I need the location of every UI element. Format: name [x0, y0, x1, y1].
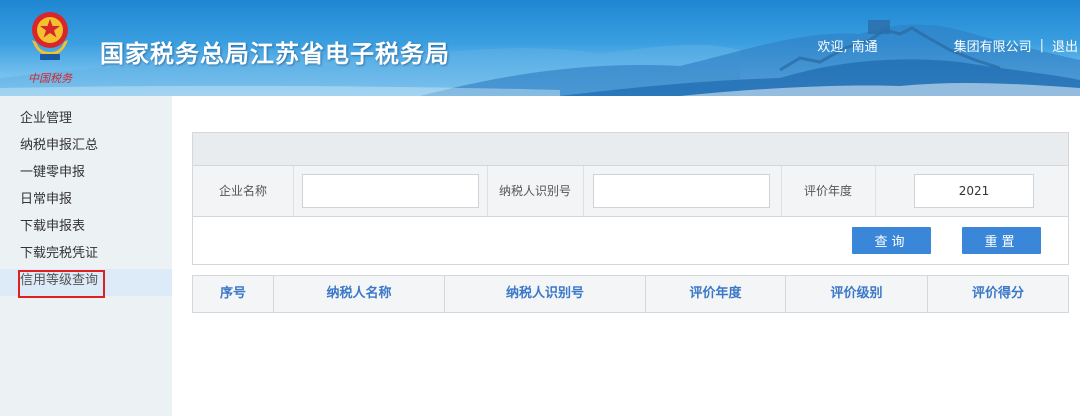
- redacted-name: [884, 39, 942, 53]
- taxpayer-id-label: 纳税人识别号: [498, 184, 571, 198]
- main-content: 企业名称 纳税人识别号 评价年度 查询 重置 序号 纳税人名称 纳税人识别号 评…: [172, 96, 1080, 416]
- button-row: 查询 重置: [193, 217, 1068, 264]
- welcome-text: 欢迎, 南通: [817, 40, 878, 55]
- taxpayer-id-input[interactable]: [593, 174, 770, 208]
- query-button[interactable]: 查询: [852, 227, 931, 254]
- sidebar-item-download-filing-form[interactable]: 下载申报表: [0, 215, 172, 242]
- eval-year-label: 评价年度: [803, 184, 852, 198]
- column-header-eval-level[interactable]: 评价级别: [786, 276, 928, 312]
- highlight-box: [18, 270, 105, 298]
- divider: [293, 166, 294, 216]
- column-header-taxpayer-name[interactable]: 纳税人名称: [274, 276, 445, 312]
- tax-emblem-icon: [32, 12, 68, 60]
- user-bar: 欢迎, 南通 集团有限公司 | 退出: [817, 36, 1080, 55]
- column-header-eval-year[interactable]: 评价年度: [646, 276, 786, 312]
- divider: [875, 166, 876, 216]
- column-header-taxpayer-id[interactable]: 纳税人识别号: [445, 276, 646, 312]
- sidebar-item-enterprise-management[interactable]: 企业管理: [0, 107, 172, 134]
- reset-button[interactable]: 重置: [962, 227, 1041, 254]
- column-header-eval-score[interactable]: 评价得分: [928, 276, 1068, 312]
- eval-year-input[interactable]: [914, 174, 1034, 208]
- site-header: 中国税务 国家税务总局江苏省电子税务局 欢迎, 南通 集团有限公司 | 退出: [0, 0, 1080, 96]
- company-name-input[interactable]: [302, 174, 479, 208]
- results-table-header: 序号 纳税人名称 纳税人识别号 评价年度 评价级别 评价得分: [192, 275, 1069, 313]
- sidebar-nav: 企业管理 纳税申报汇总 一键零申报 日常申报 下载申报表 下载完税凭证 信用等级…: [0, 96, 172, 416]
- search-panel: 企业名称 纳税人识别号 评价年度 查询 重置: [192, 132, 1069, 265]
- logout-link[interactable]: 退出: [1052, 36, 1078, 55]
- sidebar-item-download-tax-certificate[interactable]: 下载完税凭证: [0, 242, 172, 269]
- sidebar-item-one-click-zero-filing[interactable]: 一键零申报: [0, 161, 172, 188]
- brand-script-logo: 中国税务: [28, 72, 72, 85]
- column-header-index[interactable]: 序号: [193, 276, 274, 312]
- search-form-row: 企业名称 纳税人识别号 评价年度: [193, 166, 1068, 217]
- panel-header: [193, 133, 1068, 166]
- sidebar-item-daily-filing[interactable]: 日常申报: [0, 188, 172, 215]
- company-name: 集团有限公司: [953, 40, 1032, 55]
- site-title: 国家税务总局江苏省电子税务局: [100, 40, 450, 68]
- divider: [583, 166, 584, 216]
- sidebar-item-credit-rating-query[interactable]: 信用等级查询: [0, 269, 172, 298]
- sidebar-item-tax-filing-summary[interactable]: 纳税申报汇总: [0, 134, 172, 161]
- separator: |: [1039, 38, 1044, 53]
- company-name-label: 企业名称: [218, 184, 267, 198]
